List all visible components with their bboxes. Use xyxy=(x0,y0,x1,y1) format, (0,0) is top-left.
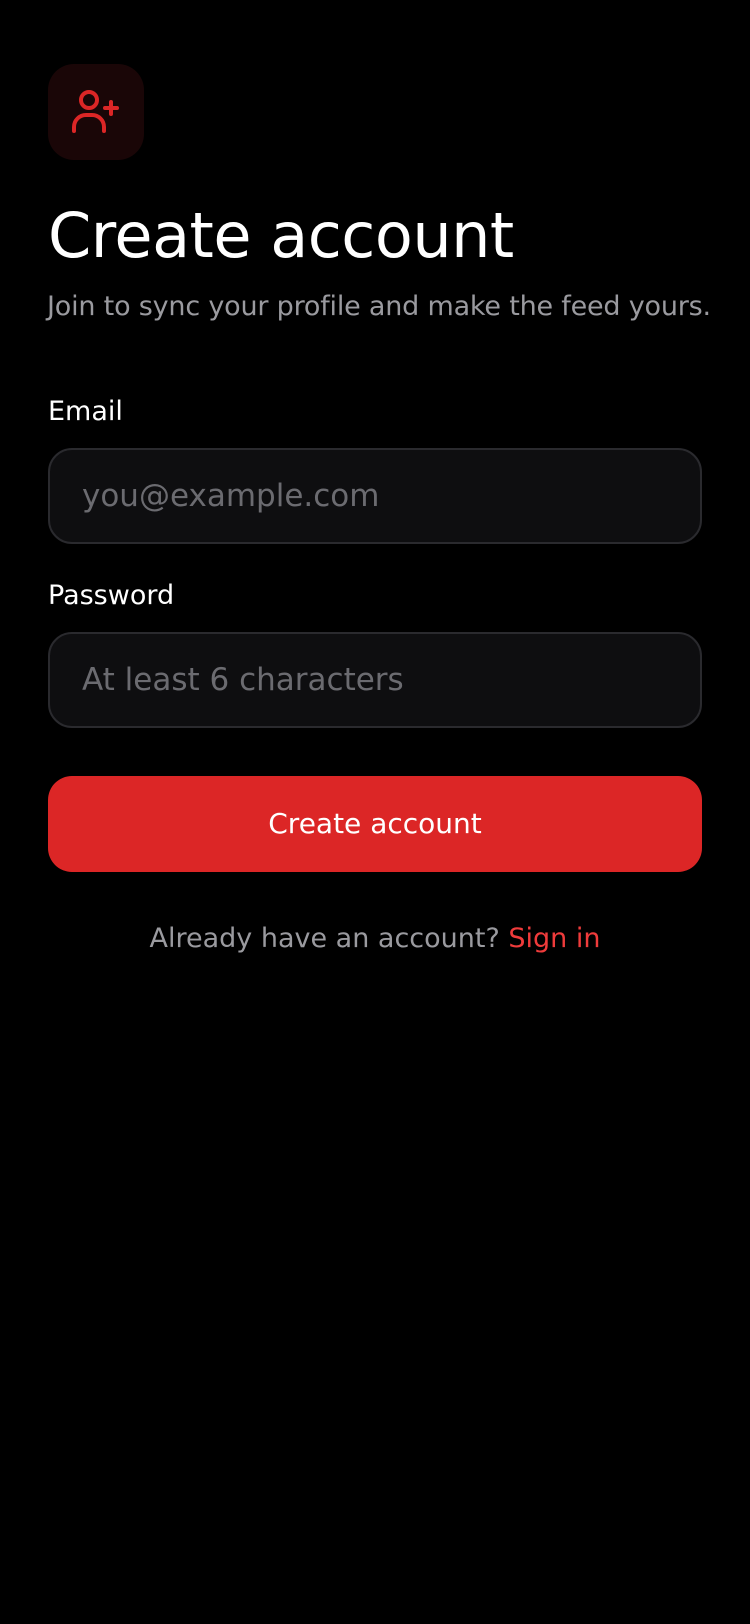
page-subtitle: Join to sync your profile and make the f… xyxy=(47,291,711,322)
email-label: Email xyxy=(48,396,123,427)
header-icon-tile xyxy=(48,64,144,160)
sign-in-link[interactable]: Sign in xyxy=(508,923,600,954)
page-title: Create account xyxy=(48,199,514,272)
email-input[interactable] xyxy=(48,448,702,544)
signin-row: Already have an account? Sign in xyxy=(0,919,750,959)
user-plus-icon xyxy=(72,90,119,133)
signin-prompt: Already have an account? xyxy=(149,923,500,954)
create-account-button[interactable]: Create account xyxy=(48,776,702,872)
password-input[interactable] xyxy=(48,632,702,728)
password-label: Password xyxy=(48,580,175,611)
create-account-screen: Create account Join to sync your profile… xyxy=(0,0,750,1624)
